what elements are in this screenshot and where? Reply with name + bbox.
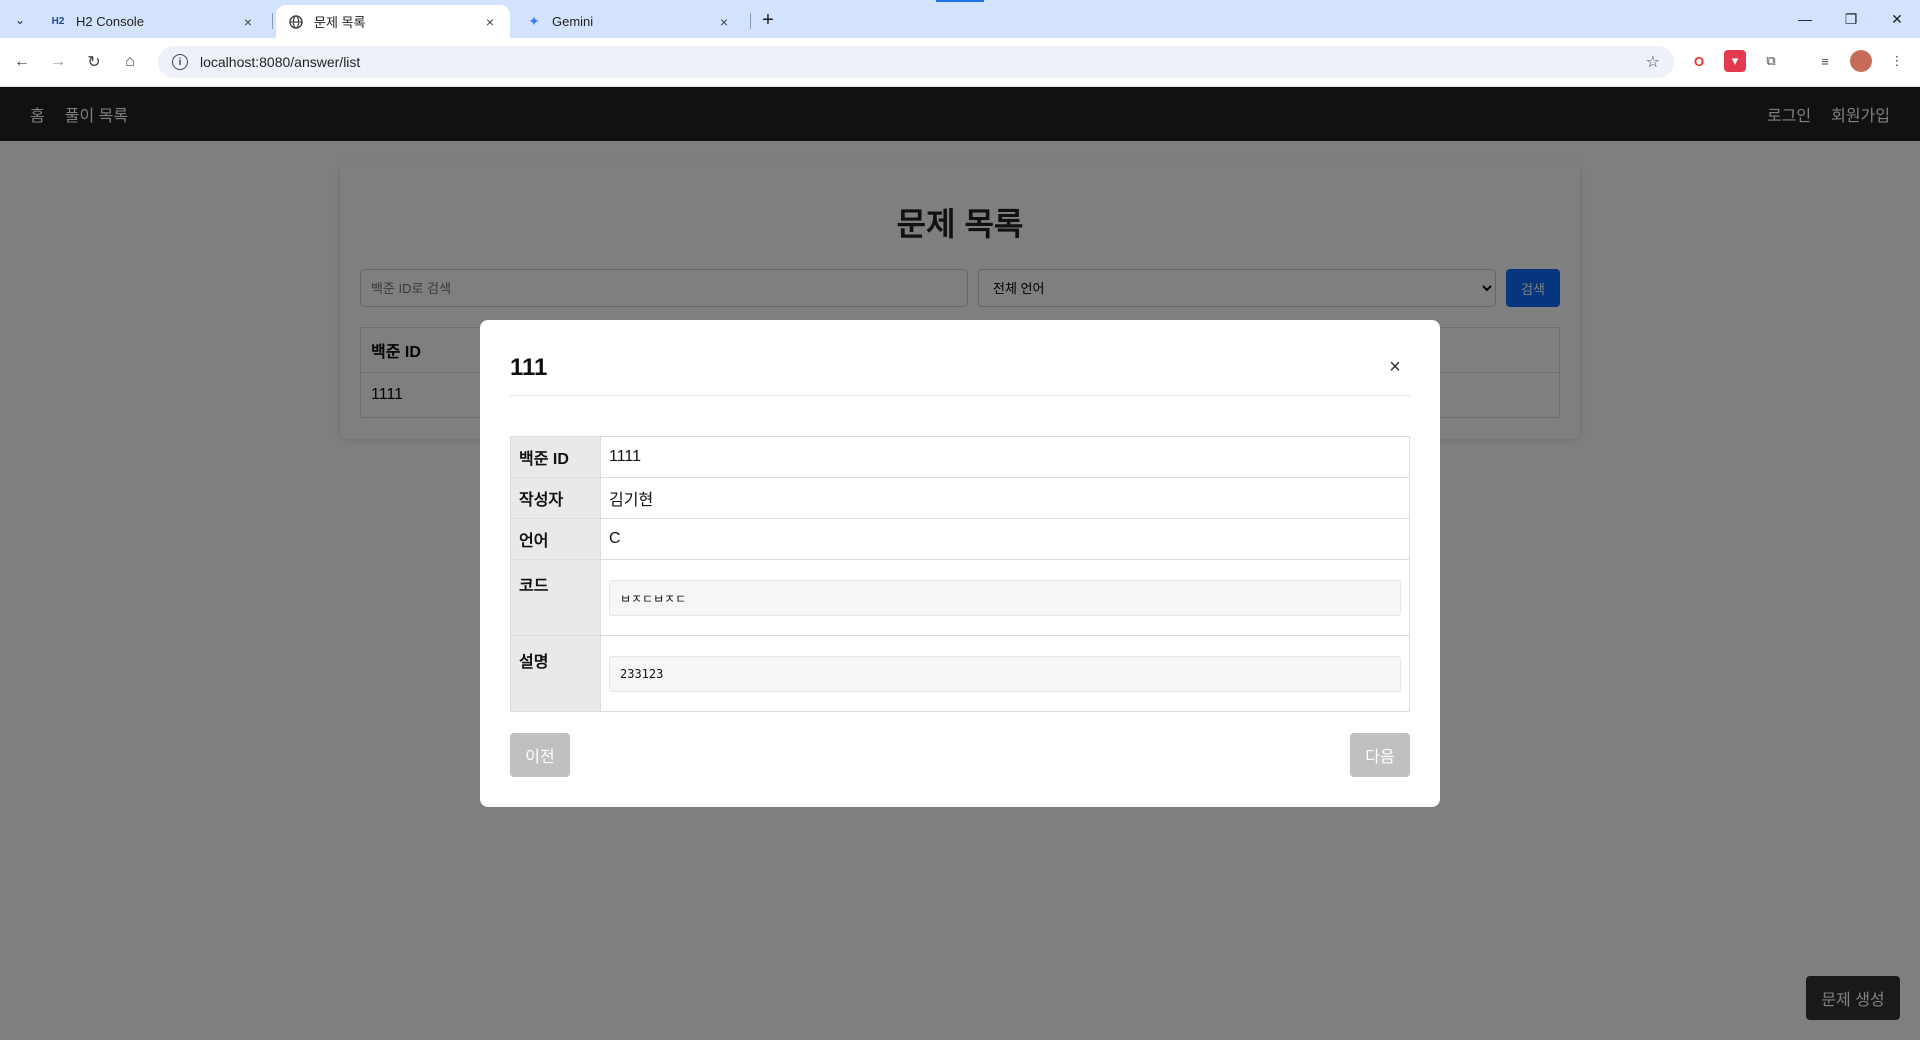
opera-extension-icon[interactable]: O bbox=[1688, 50, 1710, 72]
detail-row-code: 코드 ㅂㅈㄷㅂㅈㄷ bbox=[510, 559, 1410, 636]
detail-row-baekjoon-id: 백준 ID 1111 bbox=[510, 436, 1410, 478]
detail-value-code-cell: ㅂㅈㄷㅂㅈㄷ bbox=[600, 559, 1410, 636]
tab-separator bbox=[750, 13, 751, 29]
browser-toolbar: ← → ↻ ⌂ i localhost:8080/answer/list ☆ O… bbox=[0, 38, 1920, 87]
detail-label: 백준 ID bbox=[510, 436, 601, 478]
detail-value-description-cell: 233123 bbox=[600, 635, 1410, 712]
detail-row-author: 작성자 김기현 bbox=[510, 477, 1410, 519]
globe-icon bbox=[288, 14, 304, 30]
site-info-icon[interactable]: i bbox=[172, 54, 188, 70]
detail-label: 코드 bbox=[510, 559, 601, 636]
tab-strip-indicator bbox=[936, 0, 984, 2]
modal-header: 111 × bbox=[510, 340, 1410, 396]
menu-kebab-icon[interactable]: ⋮ bbox=[1886, 50, 1908, 72]
tab-title: 문제 목록 bbox=[314, 15, 366, 30]
reload-icon[interactable]: ↻ bbox=[82, 50, 106, 74]
description-block: 233123 bbox=[609, 656, 1401, 692]
home-icon[interactable]: ⌂ bbox=[118, 50, 142, 74]
minimize-icon[interactable]: — bbox=[1782, 0, 1828, 38]
modal-title: 111 bbox=[510, 353, 548, 381]
tab-title: H2 Console bbox=[76, 14, 144, 29]
media-queue-icon[interactable]: ≡ bbox=[1814, 50, 1836, 72]
close-icon[interactable]: × bbox=[482, 14, 498, 30]
window-controls: — ❐ ✕ bbox=[1782, 0, 1920, 38]
close-icon[interactable]: × bbox=[1380, 353, 1410, 383]
next-button[interactable]: 다음 bbox=[1350, 733, 1410, 777]
detail-value-language: C bbox=[600, 518, 1410, 560]
restore-icon[interactable]: ❐ bbox=[1828, 0, 1874, 38]
profile-avatar-icon[interactable] bbox=[1850, 50, 1872, 72]
tab-gemini[interactable]: ✦ Gemini × bbox=[514, 5, 744, 38]
address-bar[interactable]: i localhost:8080/answer/list ☆ bbox=[158, 46, 1674, 78]
detail-table: 백준 ID 1111 작성자 김기현 언어 C 코드 ㅂㅈㄷㅂㅈㄷ 설명 233… bbox=[510, 436, 1410, 712]
detail-value-author: 김기현 bbox=[600, 477, 1410, 519]
back-arrow-icon[interactable]: ← bbox=[10, 50, 34, 74]
bookmark-star-icon[interactable]: ☆ bbox=[1646, 52, 1660, 72]
extensions-puzzle-icon[interactable]: ⧉ bbox=[1760, 50, 1782, 72]
pocket-extension-icon[interactable]: ▾ bbox=[1724, 50, 1746, 72]
window-close-icon[interactable]: ✕ bbox=[1874, 0, 1920, 38]
detail-row-description: 설명 233123 bbox=[510, 635, 1410, 712]
close-icon[interactable]: × bbox=[240, 14, 256, 30]
tab-search-icon[interactable]: ⌄ bbox=[8, 8, 32, 32]
problem-detail-modal: 111 × 백준 ID 1111 작성자 김기현 언어 C 코드 ㅂㅈㄷㅂㅈㄷ … bbox=[480, 320, 1440, 807]
new-tab-button[interactable]: + bbox=[756, 8, 780, 32]
detail-value-baekjoon-id: 1111 bbox=[600, 436, 1410, 478]
tab-problem-list[interactable]: 문제 목록 × bbox=[276, 5, 510, 38]
gemini-icon: ✦ bbox=[528, 13, 540, 29]
detail-label: 설명 bbox=[510, 635, 601, 712]
browser-tab-bar: ⌄ H2 H2 Console × 문제 목록 × ✦ Gemini × + —… bbox=[0, 0, 1920, 38]
url-text[interactable]: localhost:8080/answer/list bbox=[200, 54, 1646, 70]
code-block: ㅂㅈㄷㅂㅈㄷ bbox=[609, 580, 1401, 616]
tab-h2-console[interactable]: H2 H2 Console × bbox=[38, 5, 268, 38]
h2-icon: H2 bbox=[51, 16, 65, 27]
tab-separator bbox=[272, 13, 273, 29]
detail-label: 언어 bbox=[510, 518, 601, 560]
prev-button[interactable]: 이전 bbox=[510, 733, 570, 777]
detail-label: 작성자 bbox=[510, 477, 601, 519]
forward-arrow-icon[interactable]: → bbox=[46, 50, 70, 74]
detail-row-language: 언어 C bbox=[510, 518, 1410, 560]
close-icon[interactable]: × bbox=[716, 14, 732, 30]
tab-title: Gemini bbox=[552, 14, 594, 29]
